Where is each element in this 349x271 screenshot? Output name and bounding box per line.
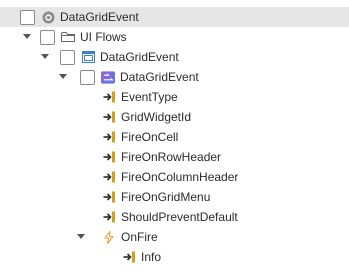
input-parameter-icon xyxy=(102,87,116,107)
tree-row[interactable]: Info xyxy=(0,247,349,267)
expand-arrow-icon[interactable] xyxy=(76,227,86,247)
record-dot-icon xyxy=(41,7,55,27)
input-parameter-icon xyxy=(102,107,116,127)
tree-item-label: FireOnRowHeader xyxy=(121,150,222,164)
tree-row[interactable]: ShouldPreventDefault xyxy=(0,207,349,227)
tree-item-label: DataGridEvent xyxy=(60,10,139,24)
tree-row[interactable]: DataGridEvent xyxy=(0,67,349,87)
tree-row[interactable]: DataGridEvent xyxy=(0,7,349,27)
event-tree: DataGridEvent UI Flows DataGridEvent DataGr… xyxy=(0,0,349,271)
tree-checkbox[interactable] xyxy=(80,70,95,85)
folder-icon xyxy=(61,27,75,47)
tree-checkbox[interactable] xyxy=(20,10,35,25)
tree-item-label: GridWidgetId xyxy=(121,110,192,124)
window-icon xyxy=(81,47,95,67)
input-parameter-icon xyxy=(122,247,136,267)
event-flow-icon xyxy=(101,67,115,87)
tree-row[interactable]: FireOnCell xyxy=(0,127,349,147)
tree-row[interactable]: FireOnGridMenu xyxy=(0,187,349,207)
expand-arrow-icon[interactable] xyxy=(22,27,32,47)
tree-item-label: FireOnColumnHeader xyxy=(121,170,239,184)
tree-row[interactable]: FireOnRowHeader xyxy=(0,147,349,167)
tree-item-label: Info xyxy=(141,250,162,264)
expand-arrow-icon[interactable] xyxy=(40,47,50,67)
input-parameter-icon xyxy=(102,187,116,207)
tree-row[interactable]: FireOnColumnHeader xyxy=(0,167,349,187)
tree-checkbox[interactable] xyxy=(60,50,75,65)
tree-row[interactable]: GridWidgetId xyxy=(0,107,349,127)
input-parameter-icon xyxy=(102,167,116,187)
input-parameter-icon xyxy=(102,127,116,147)
tree-item-label: UI Flows xyxy=(80,30,127,44)
tree-item-label: ShouldPreventDefault xyxy=(121,210,238,224)
tree-item-label: DataGridEvent xyxy=(120,70,199,84)
input-parameter-icon xyxy=(102,147,116,167)
tree-row[interactable]: EventType xyxy=(0,87,349,107)
tree-checkbox[interactable] xyxy=(40,30,55,45)
tree-row[interactable]: UI Flows xyxy=(0,27,349,47)
tree-row[interactable]: OnFire xyxy=(0,227,349,247)
tree-item-label: FireOnCell xyxy=(121,130,179,144)
tree-item-label: EventType xyxy=(121,90,178,104)
tree-item-label: FireOnGridMenu xyxy=(121,190,211,204)
tree-item-label: DataGridEvent xyxy=(100,50,179,64)
input-parameter-icon xyxy=(102,207,116,227)
tree-row[interactable]: DataGridEvent xyxy=(0,47,349,67)
tree-item-label: OnFire xyxy=(121,230,158,244)
expand-arrow-icon[interactable] xyxy=(58,67,68,87)
lightning-icon xyxy=(102,227,116,247)
